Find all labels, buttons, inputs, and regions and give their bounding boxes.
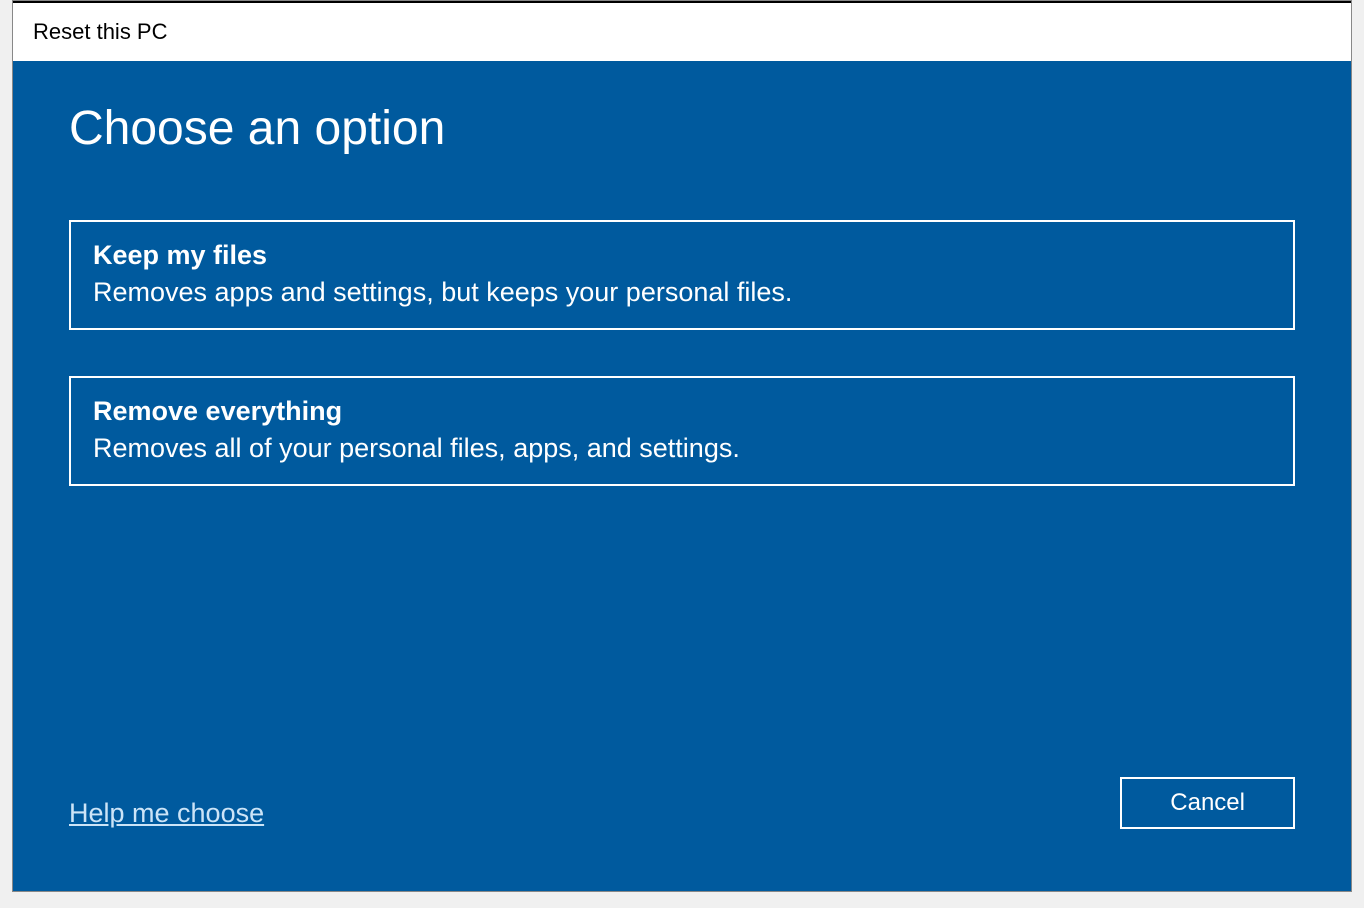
reset-pc-dialog: Reset this PC Choose an option Keep my f… [12,0,1352,892]
help-me-choose-link[interactable]: Help me choose [69,798,264,829]
dialog-content: Choose an option Keep my files Removes a… [13,61,1351,891]
option-remove-everything[interactable]: Remove everything Removes all of your pe… [69,376,1295,486]
page-heading: Choose an option [69,101,1295,156]
window-title: Reset this PC [33,19,168,45]
option-description: Removes all of your personal files, apps… [93,433,1271,464]
option-keep-my-files[interactable]: Keep my files Removes apps and settings,… [69,220,1295,330]
titlebar: Reset this PC [13,1,1351,61]
option-description: Removes apps and settings, but keeps you… [93,277,1271,308]
dialog-footer: Help me choose Cancel [69,777,1295,861]
option-title: Remove everything [93,396,1271,427]
cancel-button[interactable]: Cancel [1120,777,1295,829]
option-title: Keep my files [93,240,1271,271]
